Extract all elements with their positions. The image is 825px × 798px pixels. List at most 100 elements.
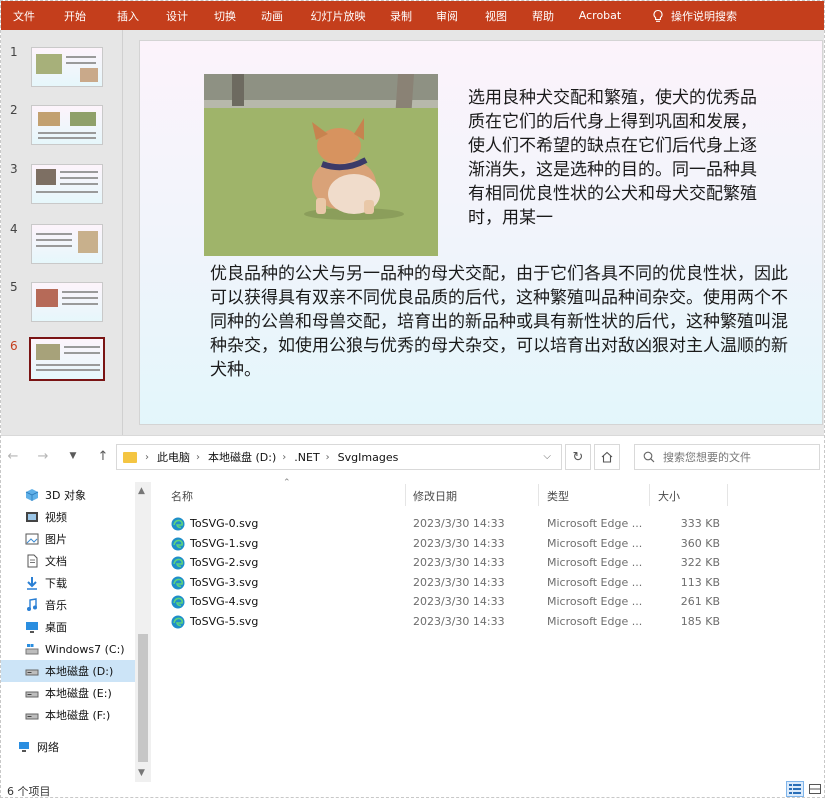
- corgi-image: [204, 74, 438, 256]
- nav-item-music[interactable]: 音乐: [1, 594, 135, 616]
- nav-label: 3D 对象: [45, 489, 86, 502]
- tab-home[interactable]: 开始: [47, 1, 103, 30]
- file-row[interactable]: ToSVG-5.svg 2023/3/30 14:33 Microsoft Ed…: [153, 612, 824, 632]
- screen: 文件 开始 插入 设计 切换 动画 幻灯片放映 录制 审阅 视图 帮助 Acro…: [0, 0, 825, 798]
- nav-item-documents[interactable]: 文档: [1, 550, 135, 572]
- chevron-down-icon: ▼: [69, 451, 77, 461]
- file-size: 322 KB: [680, 556, 720, 569]
- drive-icon: [25, 713, 39, 720]
- nav-item-drive-d[interactable]: 本地磁盘 (D:): [1, 660, 135, 682]
- file-size: 360 KB: [680, 536, 720, 550]
- nav-label: 音乐: [45, 599, 67, 612]
- address-history-chevron-icon[interactable]: ⌵: [543, 451, 551, 462]
- column-header-name[interactable]: 名称: [171, 488, 193, 504]
- search-placeholder: 搜索您想要的文件: [663, 451, 751, 464]
- tab-insert[interactable]: 插入: [103, 1, 153, 30]
- ribbon-tab-bar: 文件 开始 插入 设计 切换 动画 幻灯片放映 录制 审阅 视图 帮助 Acro…: [1, 1, 824, 30]
- file-type: Microsoft Edge ...: [547, 614, 643, 628]
- scrollbar-thumb[interactable]: [138, 634, 148, 762]
- file-name: ToSVG-1.svg: [190, 536, 259, 550]
- nav-label: 网络: [37, 741, 59, 754]
- breadcrumb-svgimages[interactable]: SvgImages: [338, 451, 399, 464]
- column-header-date[interactable]: 修改日期: [413, 488, 457, 504]
- slide-thumbnail-1[interactable]: 1: [1, 45, 123, 95]
- refresh-icon: ↻: [572, 449, 584, 465]
- tab-transitions[interactable]: 切换: [201, 1, 249, 30]
- refresh-button[interactable]: ↻: [565, 444, 591, 470]
- file-date: 2023/3/30 14:33: [413, 575, 505, 589]
- search-box[interactable]: 搜索您想要的文件: [634, 444, 820, 470]
- pin-button[interactable]: [594, 444, 620, 470]
- file-list: ⌃ 名称 修改日期 类型 大小 ToSVG-0.svg 2023/3/30 14…: [153, 478, 824, 782]
- slide-thumbnail-6[interactable]: 6: [1, 337, 123, 389]
- slide-thumbnail-pane[interactable]: 1 2 3 4 5 6: [1, 30, 123, 435]
- nav-item-pictures[interactable]: 图片: [1, 528, 135, 550]
- up-button[interactable]: ↑: [95, 448, 111, 464]
- nav-item-drive-e[interactable]: 本地磁盘 (E:): [1, 682, 135, 704]
- column-header-type[interactable]: 类型: [547, 488, 569, 504]
- drive-icon: [25, 691, 39, 698]
- large-icons-view-button[interactable]: [806, 781, 824, 797]
- tab-record[interactable]: 录制: [381, 1, 421, 30]
- breadcrumb-drive-d[interactable]: 本地磁盘 (D:): [208, 449, 276, 465]
- windows-drive-icon: [25, 644, 39, 655]
- file-row[interactable]: ToSVG-2.svg 2023/3/30 14:33 Microsoft Ed…: [153, 553, 824, 573]
- address-bar[interactable]: › 此电脑 › 本地磁盘 (D:) › .NET › SvgImages ⌵: [116, 444, 562, 470]
- address-toolbar: ← → ▼ ↑ › 此电脑 › 本地磁盘 (D:) › .NET › SvgIm…: [1, 436, 824, 476]
- scroll-up-icon[interactable]: ▲: [138, 486, 145, 496]
- slide-preview: [31, 282, 103, 322]
- file-size: 185 KB: [680, 614, 720, 628]
- nav-item-network[interactable]: 网络: [1, 736, 135, 758]
- tab-file[interactable]: 文件: [1, 1, 47, 30]
- file-row[interactable]: ToSVG-3.svg 2023/3/30 14:33 Microsoft Ed…: [153, 573, 824, 593]
- slide-text-right[interactable]: 选用良种犬交配和繁殖，使犬的优秀品质在它们的后代身上得到巩固和发展，使人们不希望…: [468, 86, 768, 230]
- nav-item-drive-f[interactable]: 本地磁盘 (F:): [1, 704, 135, 726]
- scroll-down-icon[interactable]: ▼: [138, 768, 145, 778]
- breadcrumb-this-pc[interactable]: 此电脑: [157, 449, 190, 465]
- file-row[interactable]: ToSVG-0.svg 2023/3/30 14:33 Microsoft Ed…: [153, 514, 824, 534]
- recent-locations-button[interactable]: ▼: [65, 448, 81, 464]
- corgi-photo[interactable]: [204, 74, 438, 256]
- slide-text-bottom[interactable]: 优良品种的公犬与另一品种的母犬交配，由于它们各具不同的优良性状，因此可以获得具有…: [210, 262, 792, 382]
- nav-item-drive-c[interactable]: Windows7 (C:): [1, 638, 135, 660]
- tab-slideshow[interactable]: 幻灯片放映: [295, 1, 381, 30]
- tab-review[interactable]: 审阅: [421, 1, 473, 30]
- slide-thumbnail-5[interactable]: 5: [1, 280, 123, 330]
- details-view-button[interactable]: [786, 781, 804, 797]
- nav-item-downloads[interactable]: 下载: [1, 572, 135, 594]
- tab-help[interactable]: 帮助: [519, 1, 567, 30]
- arrow-left-icon: ←: [7, 448, 19, 464]
- file-row[interactable]: ToSVG-1.svg 2023/3/30 14:33 Microsoft Ed…: [153, 534, 824, 554]
- chevron-right-icon: ›: [196, 451, 200, 463]
- status-bar: 6 个项目: [1, 780, 824, 797]
- slide-preview: [31, 224, 103, 264]
- navigation-scrollbar[interactable]: ▲ ▼: [135, 482, 151, 782]
- tab-animations[interactable]: 动画: [249, 1, 295, 30]
- nav-item-3d-objects[interactable]: 3D 对象: [1, 484, 135, 506]
- slide-thumbnail-3[interactable]: 3: [1, 162, 123, 212]
- tab-design[interactable]: 设计: [153, 1, 201, 30]
- nav-item-videos[interactable]: 视频: [1, 506, 135, 528]
- file-date: 2023/3/30 14:33: [413, 536, 505, 550]
- edge-icon: [171, 556, 185, 570]
- chevron-right-icon: ›: [145, 451, 149, 463]
- tell-me-search[interactable]: 操作说明搜索: [651, 8, 737, 24]
- file-name: ToSVG-4.svg: [190, 595, 259, 608]
- slide-thumbnail-4[interactable]: 4: [1, 222, 123, 272]
- nav-label: 下载: [45, 577, 67, 590]
- forward-button[interactable]: →: [35, 448, 51, 464]
- breadcrumb-dotnet[interactable]: .NET: [294, 451, 319, 464]
- tab-view[interactable]: 视图: [473, 1, 519, 30]
- tell-me-label: 操作说明搜索: [671, 9, 737, 23]
- back-button[interactable]: ←: [5, 448, 21, 464]
- chevron-right-icon: ›: [325, 451, 330, 463]
- slide-preview-selected: [29, 337, 105, 381]
- slide-thumbnail-2[interactable]: 2: [1, 103, 123, 153]
- column-header-size[interactable]: 大小: [658, 488, 680, 504]
- nav-item-desktop[interactable]: 桌面: [1, 616, 135, 638]
- file-row[interactable]: ToSVG-4.svg 2023/3/30 14:33 Microsoft Ed…: [153, 592, 824, 612]
- current-slide[interactable]: 选用良种犬交配和繁殖，使犬的优秀品质在它们的后代身上得到巩固和发展，使人们不希望…: [139, 40, 823, 425]
- edge-icon: [171, 517, 185, 531]
- nav-label: 本地磁盘 (E:): [45, 687, 112, 700]
- tab-acrobat[interactable]: Acrobat: [567, 1, 633, 30]
